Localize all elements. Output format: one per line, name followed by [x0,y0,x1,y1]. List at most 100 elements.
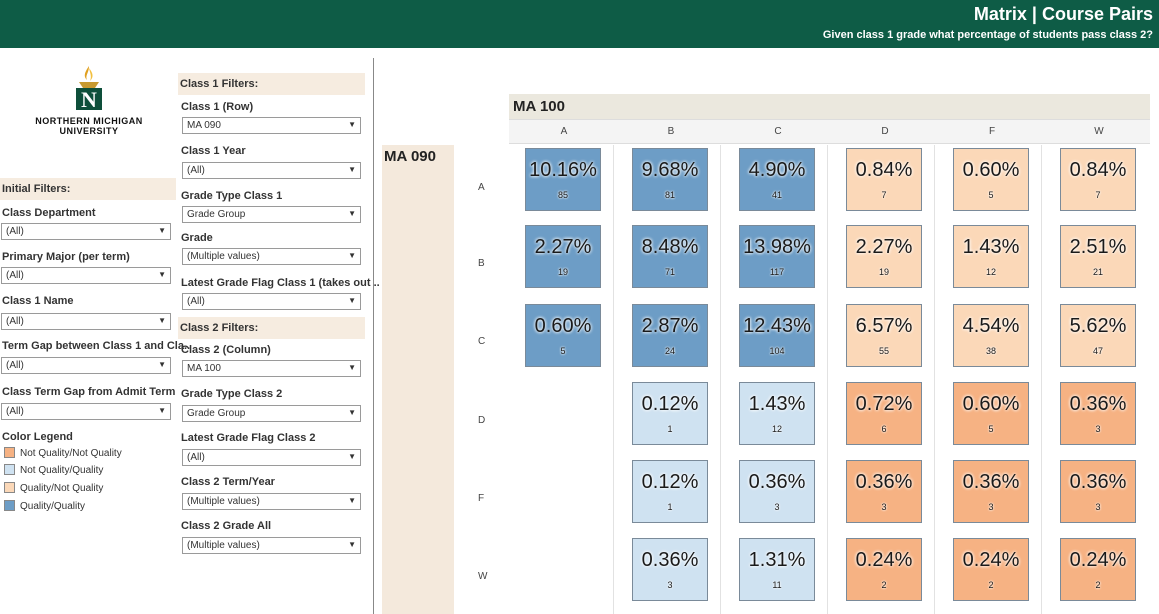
primary-major-dropdown[interactable]: (All) ▼ [1,267,171,284]
torch-n-logo-icon: N [76,66,102,112]
admit-term-gap-dropdown[interactable]: (All) ▼ [1,403,171,420]
matrix-cell[interactable]: 0.60% 5 [953,148,1029,211]
matrix-cell[interactable]: 0.12% 1 [632,460,708,523]
matrix-cell[interactable]: 9.68% 81 [632,148,708,211]
matrix-cell[interactable]: 0.24% 2 [846,538,922,601]
matrix-cell[interactable]: 1.31% 11 [739,538,815,601]
panel-divider [373,58,374,614]
legend-item-quality-quality: Quality/Quality [4,500,85,514]
dashboard-subtitle: Given class 1 grade what percentage of s… [822,29,1153,41]
matrix-cell[interactable]: 8.48% 71 [632,225,708,288]
class-1-name-dropdown[interactable]: (All) ▼ [1,313,171,330]
cell-count: 12 [771,424,782,434]
matrix-cell[interactable]: 0.36% 3 [632,538,708,601]
grade-type-class-1-dropdown[interactable]: Grade Group ▼ [182,206,361,223]
matrix-cell[interactable]: 0.36% 3 [739,460,815,523]
matrix-cell[interactable]: 1.43% 12 [739,382,815,445]
class-1-name-label: Class 1 Name [2,295,74,307]
cell-count: 47 [1092,346,1103,356]
matrix-cell[interactable]: 0.60% 5 [953,382,1029,445]
column-header: A [560,126,568,137]
matrix-cell[interactable]: 0.24% 2 [953,538,1029,601]
class-2-filters-heading: Class 2 Filters: [178,317,365,339]
cell-count: 7 [1095,190,1101,200]
cell-count: 3 [1095,502,1101,512]
matrix-cell[interactable]: 0.24% 2 [1060,538,1136,601]
cell-percentage: 0.60% [534,315,592,337]
class-1-row-dropdown[interactable]: MA 090 ▼ [182,117,361,134]
matrix-cell[interactable]: 0.36% 3 [846,460,922,523]
class-1-year-label: Class 1 Year [181,145,246,157]
cell-count: 19 [557,267,568,277]
matrix-cell[interactable]: 4.90% 41 [739,148,815,211]
matrix-cell[interactable]: 0.60% 5 [525,304,601,367]
class-1-year-dropdown[interactable]: (All) ▼ [182,162,361,179]
matrix-cell[interactable]: 1.43% 12 [953,225,1029,288]
cell-percentage: 2.51% [1069,236,1127,258]
class-2-column-dropdown[interactable]: MA 100 ▼ [182,360,361,377]
chevron-down-icon: ▼ [348,251,356,260]
matrix-cell[interactable]: 0.84% 7 [846,148,922,211]
matrix-cell[interactable]: 0.36% 3 [1060,460,1136,523]
matrix-cell[interactable]: 0.84% 7 [1060,148,1136,211]
matrix-cell[interactable]: 2.27% 19 [846,225,922,288]
matrix-cell[interactable]: 0.36% 3 [953,460,1029,523]
latest-grade-flag-class-2-dropdown[interactable]: (All) ▼ [182,449,361,466]
color-legend-heading: Color Legend [2,431,73,443]
chevron-down-icon: ▼ [348,496,356,505]
cell-percentage: 0.60% [962,393,1020,415]
matrix-cell[interactable]: 4.54% 38 [953,304,1029,367]
class-2-term-year-dropdown[interactable]: (Multiple values) ▼ [182,493,361,510]
matrix-cell[interactable]: 2.27% 19 [525,225,601,288]
cell-count: 2 [1095,580,1101,590]
cell-percentage: 0.84% [855,159,913,181]
chevron-down-icon: ▼ [158,270,166,279]
matrix-cell[interactable]: 0.36% 3 [1060,382,1136,445]
cell-percentage: 0.60% [962,159,1020,181]
matrix-cell[interactable]: 2.87% 24 [632,304,708,367]
matrix-cell[interactable]: 13.98% 117 [739,225,815,288]
column-header: B [667,126,675,137]
grade-label: Grade [181,232,213,244]
cell-percentage: 12.43% [743,315,811,337]
dashboard-header: Matrix | Course Pairs Given class 1 grad… [0,0,1159,48]
cell-count: 3 [1095,424,1101,434]
chevron-down-icon: ▼ [348,363,356,372]
svg-text:N: N [81,87,97,112]
cell-percentage: 2.27% [855,236,913,258]
chevron-down-icon: ▼ [348,120,356,129]
cell-count: 19 [878,267,889,277]
grade-dropdown[interactable]: (Multiple values) ▼ [182,248,361,265]
class-department-dropdown[interactable]: (All) ▼ [1,223,171,240]
row-header: C [478,336,486,347]
cell-percentage: 1.43% [748,393,806,415]
matrix-cell[interactable]: 2.51% 21 [1060,225,1136,288]
class-2-grade-all-dropdown[interactable]: (Multiple values) ▼ [182,537,361,554]
cell-count: 71 [664,267,675,277]
latest-grade-flag-class-1-dropdown[interactable]: (All) ▼ [182,293,361,310]
cell-count: 3 [774,502,780,512]
latest-grade-flag-class-2-label: Latest Grade Flag Class 2 [181,432,316,444]
row-header: B [478,258,485,269]
logo-text-line1: NORTHERN MICHIGAN [35,116,143,126]
chevron-down-icon: ▼ [348,452,356,461]
term-gap-dropdown[interactable]: (All) ▼ [1,357,171,374]
cell-percentage: 5.62% [1069,315,1127,337]
grade-type-class-2-dropdown[interactable]: Grade Group ▼ [182,405,361,422]
cell-percentage: 9.68% [641,159,699,181]
matrix-cell[interactable]: 12.43% 104 [739,304,815,367]
matrix-cell[interactable]: 10.16% 85 [525,148,601,211]
matrix-cell[interactable]: 0.12% 1 [632,382,708,445]
matrix-cell[interactable]: 6.57% 55 [846,304,922,367]
matrix-cell[interactable]: 0.72% 6 [846,382,922,445]
primary-major-label: Primary Major (per term) [2,251,130,263]
cell-percentage: 0.36% [962,471,1020,493]
cell-percentage: 0.36% [1069,393,1127,415]
cell-count: 5 [988,424,994,434]
row-header: F [478,493,485,504]
matrix-cell[interactable]: 5.62% 47 [1060,304,1136,367]
class-2-grade-all-label: Class 2 Grade All [181,520,272,532]
legend-swatch [4,464,15,475]
cell-count: 55 [878,346,889,356]
cell-count: 38 [985,346,996,356]
